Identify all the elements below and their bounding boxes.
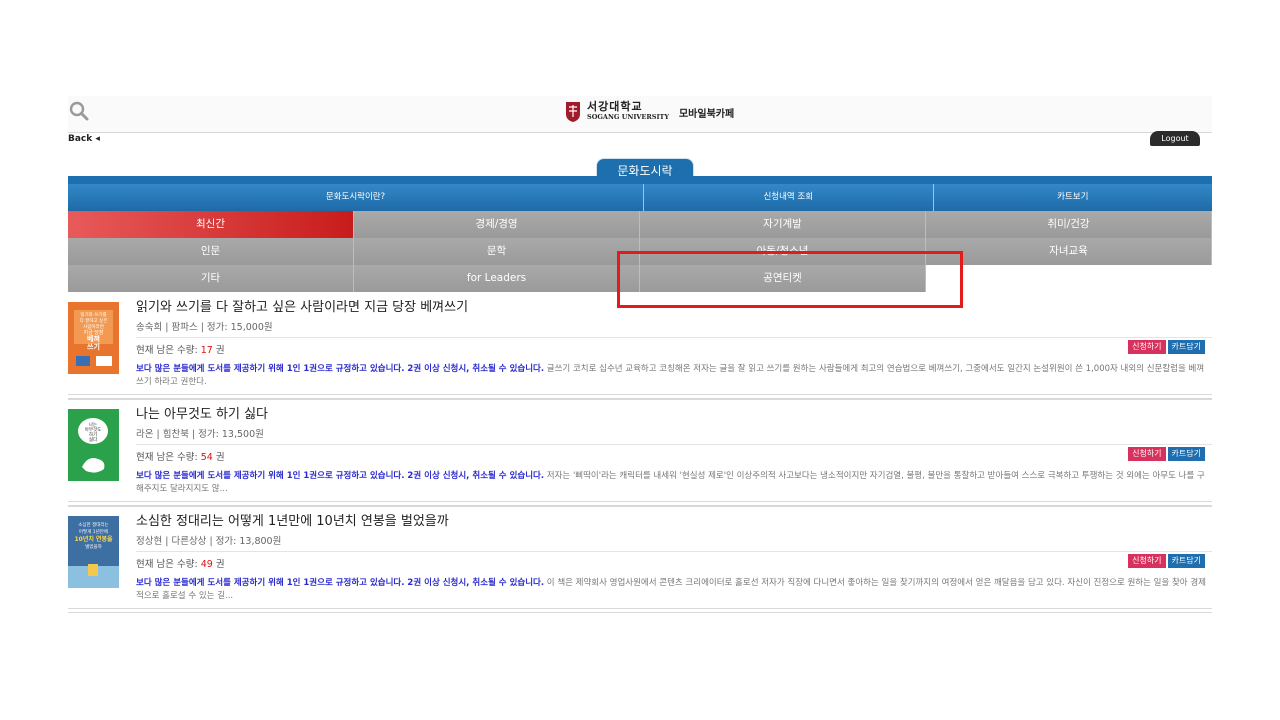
book-item: 나는 아무것도 하기 싫다 나는 아무것도 하기 싫다 라온 | 힘찬북 | 정…: [68, 399, 1212, 506]
logo-english-text: SOGANG UNIVERSITY: [587, 113, 669, 121]
apply-button[interactable]: 신청하기: [1128, 447, 1166, 461]
menu-cart[interactable]: 카트보기: [932, 184, 1213, 211]
stock-info: 현재 남은 수량: 17 권: [136, 345, 225, 356]
svg-text:아무것도: 아무것도: [85, 426, 102, 433]
book-meta: 정상현 | 다른상상 | 정가: 13,800원: [136, 536, 282, 547]
category-literature[interactable]: 문학: [354, 238, 640, 265]
back-link[interactable]: Back ◂: [68, 134, 100, 144]
book-title[interactable]: 읽기와 쓰기를 다 잘하고 싶은 사람이라면 지금 당장 베껴쓰기: [136, 296, 468, 315]
book-description: 보다 많은 분들에게 도서를 제공하기 위해 1인 1권으로 규정하고 있습니다…: [136, 577, 1208, 603]
svg-text:나는: 나는: [89, 421, 97, 428]
book-item: 읽기와 쓰기를 다 잘하고 싶은 사람이라면 지금 당장 베껴 쓰기 읽기와 쓰…: [68, 293, 1212, 399]
svg-text:사람이라면: 사람이라면: [83, 323, 104, 330]
category-self-development[interactable]: 자기계발: [640, 211, 926, 238]
top-menu: 문화도시락이란? 신청내역 조회 카트보기: [68, 184, 1213, 211]
category-parenting[interactable]: 자녀교육: [926, 238, 1212, 265]
svg-text:벌었을까: 벌었을까: [85, 543, 102, 550]
book-description: 보다 많은 분들에게 도서를 제공하기 위해 1인 1권으로 규정하고 있습니다…: [136, 470, 1208, 496]
stock-count: 54: [200, 452, 213, 463]
book-list: 읽기와 쓰기를 다 잘하고 싶은 사람이라면 지금 당장 베껴 쓰기 읽기와 쓰…: [68, 293, 1212, 613]
stock-count: 17: [200, 345, 213, 356]
add-to-cart-button[interactable]: 카트담기: [1167, 447, 1205, 461]
university-logo[interactable]: 서강대학교 SOGANG UNIVERSITY 모바일북카페: [565, 99, 734, 125]
apply-button[interactable]: 신청하기: [1128, 340, 1166, 354]
svg-text:베껴: 베껴: [87, 334, 100, 343]
stock-info: 현재 남은 수량: 49 권: [136, 559, 225, 570]
book-meta: 송숙희 | 팜파스 | 정가: 15,000원: [136, 322, 273, 333]
notice-text: 보다 많은 분들에게 도서를 제공하기 위해 1인 1권으로 규정하고 있습니다…: [136, 578, 545, 588]
notice-text: 보다 많은 분들에게 도서를 제공하기 위해 1인 1권으로 규정하고 있습니다…: [136, 471, 545, 481]
logout-button[interactable]: Logout: [1150, 131, 1200, 146]
category-hobby-health[interactable]: 취미/건강: [926, 211, 1212, 238]
category-humanities[interactable]: 인문: [68, 238, 354, 265]
svg-text:쓰기: 쓰기: [87, 342, 100, 351]
section-divider: [68, 176, 1212, 184]
category-other[interactable]: 기타: [68, 265, 354, 292]
svg-text:읽기와 쓰기를: 읽기와 쓰기를: [80, 311, 106, 318]
notice-text: 보다 많은 분들에게 도서를 제공하기 위해 1인 1권으로 규정하고 있습니다…: [136, 364, 545, 374]
svg-text:하기: 하기: [89, 431, 97, 438]
book-meta: 라온 | 힘찬북 | 정가: 13,500원: [136, 429, 264, 440]
search-icon[interactable]: [69, 101, 89, 121]
category-for-leaders[interactable]: for Leaders: [354, 265, 640, 292]
category-economy[interactable]: 경제/경영: [354, 211, 640, 238]
book-title[interactable]: 소심한 정대리는 어떻게 1년만에 10년치 연봉을 벌었을까: [136, 510, 449, 529]
book-cover[interactable]: 나는 아무것도 하기 싫다: [68, 409, 119, 481]
book-cover[interactable]: 읽기와 쓰기를 다 잘하고 싶은 사람이라면 지금 당장 베껴 쓰기: [68, 302, 119, 374]
stock-info: 현재 남은 수량: 54 권: [136, 452, 225, 463]
apply-button[interactable]: 신청하기: [1128, 554, 1166, 568]
svg-text:싫다: 싫다: [89, 436, 98, 443]
svg-text:소심한 정대리는: 소심한 정대리는: [78, 521, 108, 528]
svg-text:10년치 연봉을: 10년치 연봉을: [74, 535, 113, 543]
stock-count: 49: [200, 559, 213, 570]
book-title[interactable]: 나는 아무것도 하기 싫다: [136, 403, 268, 422]
menu-about[interactable]: 문화도시락이란?: [68, 184, 643, 211]
menu-order-history[interactable]: 신청내역 조회: [643, 184, 933, 211]
logo-korean-text: 서강대학교: [587, 100, 643, 113]
book-cover[interactable]: 소심한 정대리는 어떻게 1년만에 10년치 연봉을 벌었을까: [68, 516, 119, 588]
book-description: 보다 많은 분들에게 도서를 제공하기 위해 1인 1권으로 규정하고 있습니다…: [136, 363, 1208, 389]
book-item: 소심한 정대리는 어떻게 1년만에 10년치 연봉을 벌었을까 소심한 정대리는…: [68, 506, 1212, 613]
svg-text:다 잘하고 싶은: 다 잘하고 싶은: [80, 317, 108, 324]
service-name: 모바일북카페: [678, 108, 735, 120]
svg-text:어떻게 1년만에: 어떻게 1년만에: [79, 528, 108, 535]
add-to-cart-button[interactable]: 카트담기: [1167, 340, 1205, 354]
category-latest[interactable]: 최신간: [68, 211, 354, 238]
add-to-cart-button[interactable]: 카트담기: [1167, 554, 1205, 568]
category-empty-slot: [926, 265, 1212, 292]
university-seal-icon: [566, 102, 580, 122]
